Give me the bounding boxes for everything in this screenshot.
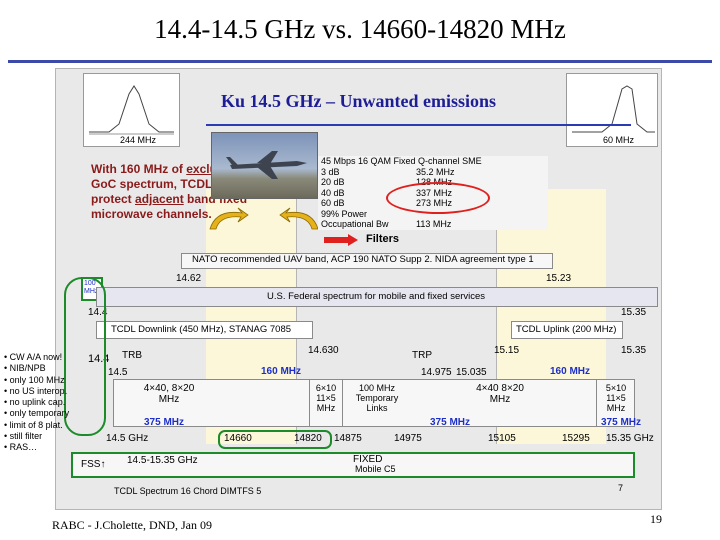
bullet-text: RAS…: [9, 442, 38, 453]
intro-part: With 160 MHz of: [91, 162, 187, 176]
freq-1523: 15.23: [546, 273, 572, 284]
cell-100mhz: 100 MHz Temporary Links: [355, 383, 399, 413]
trp-label: TRP: [412, 350, 432, 361]
bullet-text: only 100 MHz: [9, 374, 65, 385]
tcdl-downlink-bar: TCDL Downlink (450 MHz), STANAG 7085: [96, 321, 313, 339]
table-cell: Occupational Bw: [321, 219, 389, 229]
aircraft-icon: [226, 151, 307, 179]
table-cell: 35.2 MHz: [416, 166, 455, 177]
right-curved-arrow: [278, 207, 322, 231]
us-federal-label: U.S. Federal spectrum for mobile and fix…: [267, 291, 486, 302]
axis-label: 15105: [488, 433, 516, 444]
freq-1535b: 15.35: [621, 345, 647, 356]
table-row: 3 dB 35.2 MHz: [318, 167, 548, 178]
us-federal-bar: U.S. Federal spectrum for mobile and fix…: [96, 287, 658, 307]
cell-divider: [309, 380, 310, 426]
axis-label: 15295: [562, 433, 590, 444]
mobile-label: Mobile C5: [355, 464, 396, 474]
cell-divider: [342, 380, 343, 426]
filters-label: Filters: [366, 233, 400, 245]
axis-label: 14.5 GHz: [106, 433, 149, 444]
bandwidth-375-c: 375 MHz: [601, 417, 642, 428]
bandwidth-375-a: 375 MHz: [144, 417, 185, 428]
bandwidth-160-a: 160 MHz: [261, 366, 302, 377]
freq-15035: 15.035: [456, 367, 487, 378]
channel-row: 4×40, 8×20 MHz 6×10 11×5 MHz 100 MHz Tem…: [113, 379, 635, 427]
slide-title: 14.4-14.5 GHz vs. 14660-14820 MHz: [154, 14, 566, 44]
bullet-item: • no US interop.: [4, 385, 68, 396]
curved-arrow-icon: [279, 207, 319, 230]
bullet-text: no US interop.: [9, 385, 68, 396]
bullet-text: no uplink cap.: [9, 397, 66, 408]
bullet-item: • limit of 8 plat.: [4, 419, 63, 430]
nato-band-label: NATO recommended UAV band, ACP 190 NATO …: [192, 254, 534, 265]
fss-fixed-bar: FSS↑ 14.5-15.35 GHz FIXED Mobile C5: [71, 452, 635, 478]
bullet-item: • CW A/A now!: [4, 352, 63, 362]
embedded-graphic: 244 MHz 60 MHz Ku 14.5 GHz – Unwanted em…: [55, 68, 662, 510]
filters-arrow-icon: [324, 233, 360, 251]
freq-1535: 15.35: [621, 307, 647, 318]
bullet-item: • RAS…: [4, 442, 38, 453]
bullet-text: NIB/NPB: [9, 363, 46, 374]
bullet-text: limit of 8 plat.: [9, 419, 63, 430]
trb-label: TRB: [122, 350, 142, 361]
table-header-text: 45 Mbps 16 QAM Fixed Q-channel SME: [321, 156, 482, 166]
bullet-item: • only 100 MHz: [4, 374, 65, 385]
table-row: Occupational Bw 113 MHz: [318, 219, 548, 230]
aircraft-photo: [211, 132, 318, 199]
fss-range: 14.5-15.35 GHz: [127, 455, 198, 466]
slide-footer: RABC - J.Cholette, DND, Jan 09: [52, 518, 212, 532]
tcdl-uplink-bar: TCDL Uplink (200 MHz): [511, 321, 623, 339]
curved-arrow-icon: [209, 207, 249, 230]
bullet-list: • CW A/A now! • NIB/NPB • only 100 MHz •…: [4, 352, 84, 454]
bullet-item: • only temporary: [4, 408, 70, 419]
cell-4x40: 4×40, 8×20 MHz: [143, 383, 195, 405]
left-curved-arrow: [206, 207, 250, 231]
graphic-title: Ku 14.5 GHz – Unwanted emissions: [220, 91, 497, 111]
cell-divider: [596, 380, 597, 426]
intro-part: GoC spectrum, TCDL: [91, 177, 216, 191]
small-number: 7: [618, 483, 624, 493]
table-cell: 99% Power: [321, 208, 368, 219]
cell-4x40b: 4×40 8×20 MHz: [476, 383, 524, 405]
left-thumb-label: 244 MHz: [120, 135, 157, 145]
axis-label: 15.35 GHz: [606, 433, 654, 444]
intro-part: protect: [91, 192, 136, 206]
cell-5x10: 5×10 11×5 MHz: [605, 383, 627, 413]
axis-label: 14875: [334, 433, 362, 444]
table-cell: 3 dB: [321, 166, 340, 177]
freq-14630: 14.630: [308, 345, 339, 356]
page-number: 19: [650, 512, 662, 526]
bottom-caption: TCDL Spectrum 16 Chord DIMTFS 5: [114, 486, 262, 496]
freq-1462: 14.62: [176, 273, 202, 284]
bullet-item: • NIB/NPB: [4, 363, 46, 374]
highlight-14660-14820: [218, 430, 332, 449]
bandwidth-375-b: 375 MHz: [430, 417, 471, 428]
nato-band-bar: NATO recommended UAV band, ACP 190 NATO …: [181, 253, 553, 269]
bullet-item: • no uplink cap.: [4, 397, 66, 408]
bullet-text: CW A/A now!: [9, 352, 63, 362]
bandwidth-160-b: 160 MHz: [550, 366, 591, 377]
table-highlight-ellipse: [386, 182, 490, 214]
tcdl-uplink-label: TCDL Uplink (200 MHz): [516, 324, 617, 335]
axis-label: 14975: [394, 433, 422, 444]
right-thumb-label: 60 MHz: [603, 135, 635, 145]
freq-1515: 15.15: [494, 345, 520, 356]
table-header: 45 Mbps 16 QAM Fixed Q-channel SME: [318, 156, 548, 167]
bullet-text: still filter: [9, 431, 43, 442]
title-divider: [8, 60, 712, 63]
tcdl-downlink-label: TCDL Downlink (450 MHz), STANAG 7085: [111, 324, 292, 335]
table-cell: 113 MHz: [416, 219, 452, 229]
fss-label: FSS↑: [81, 459, 106, 470]
bullet-item: • still filter: [4, 431, 43, 442]
freq-145: 14.5: [108, 367, 128, 378]
freq-14975: 14.975: [421, 367, 452, 378]
graphic-title-rule: [206, 124, 631, 126]
intro-emphasis: adjacent: [135, 192, 184, 206]
cell-6x10: 6×10 11×5 MHz: [315, 383, 337, 413]
bullet-text: only temporary: [9, 408, 70, 419]
